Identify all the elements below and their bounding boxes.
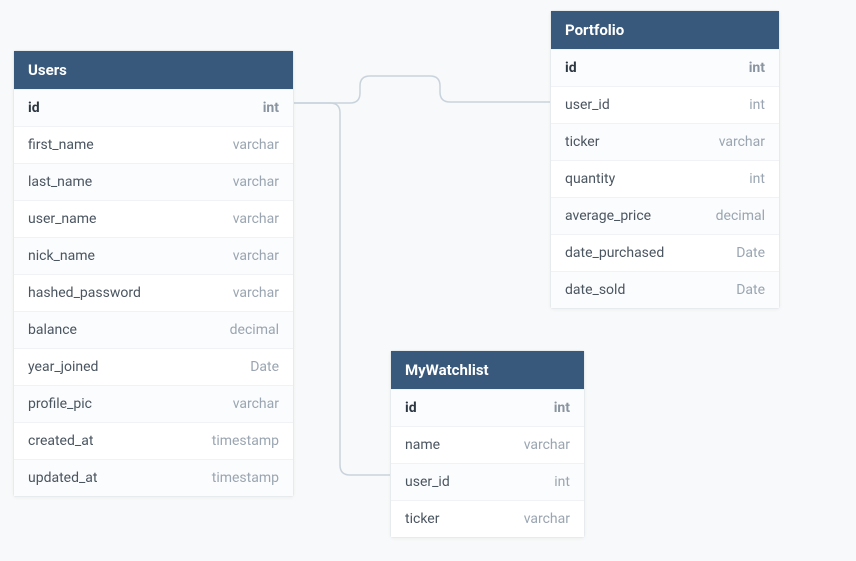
- table-row: balance decimal: [14, 311, 293, 348]
- column-type: Date: [736, 245, 765, 261]
- column-type: varchar: [719, 134, 765, 150]
- column-name: quantity: [565, 171, 615, 187]
- column-name: profile_pic: [28, 396, 92, 412]
- column-name: first_name: [28, 137, 94, 153]
- column-name: created_at: [28, 433, 93, 449]
- table-row: hashed_password varchar: [14, 274, 293, 311]
- table-row: profile_pic varchar: [14, 385, 293, 422]
- table-row: user_name varchar: [14, 200, 293, 237]
- table-row: user_id int: [551, 86, 779, 123]
- column-type: varchar: [233, 174, 279, 190]
- column-name: updated_at: [28, 470, 98, 486]
- column-type: decimal: [230, 322, 279, 338]
- table-row: ticker varchar: [551, 123, 779, 160]
- table-row: average_price decimal: [551, 197, 779, 234]
- column-type: Date: [250, 359, 279, 375]
- column-name: year_joined: [28, 359, 98, 375]
- column-type: varchar: [233, 285, 279, 301]
- table-row: quantity int: [551, 160, 779, 197]
- column-name: date_purchased: [565, 245, 664, 261]
- column-type: varchar: [524, 511, 570, 527]
- table-row: name varchar: [391, 426, 584, 463]
- column-type: varchar: [233, 137, 279, 153]
- table-users-header: Users: [14, 51, 293, 89]
- column-type: int: [749, 171, 765, 187]
- table-row: id int: [14, 89, 293, 126]
- column-type: int: [554, 400, 570, 416]
- column-type: decimal: [716, 208, 765, 224]
- table-row: updated_at timestamp: [14, 459, 293, 496]
- column-name: id: [565, 60, 577, 76]
- table-row: last_name varchar: [14, 163, 293, 200]
- table-row: user_id int: [391, 463, 584, 500]
- table-row: id int: [391, 389, 584, 426]
- column-type: timestamp: [212, 470, 279, 486]
- column-type: int: [749, 97, 765, 113]
- column-name: average_price: [565, 208, 651, 224]
- column-name: last_name: [28, 174, 92, 190]
- column-name: date_sold: [565, 282, 625, 298]
- table-mywatchlist[interactable]: MyWatchlist id int name varchar user_id …: [390, 350, 585, 538]
- column-name: id: [28, 100, 40, 116]
- column-type: varchar: [524, 437, 570, 453]
- table-row: ticker varchar: [391, 500, 584, 537]
- table-portfolio-header: Portfolio: [551, 11, 779, 49]
- column-type: int: [263, 100, 279, 116]
- column-type: Date: [736, 282, 765, 298]
- column-name: balance: [28, 322, 77, 338]
- column-name: user_name: [28, 211, 96, 227]
- table-portfolio[interactable]: Portfolio id int user_id int ticker varc…: [550, 10, 780, 309]
- column-name: user_id: [405, 474, 450, 490]
- column-name: name: [405, 437, 440, 453]
- table-row: id int: [551, 49, 779, 86]
- column-type: varchar: [233, 211, 279, 227]
- table-row: created_at timestamp: [14, 422, 293, 459]
- table-row: first_name varchar: [14, 126, 293, 163]
- table-row: nick_name varchar: [14, 237, 293, 274]
- column-type: varchar: [233, 396, 279, 412]
- column-type: int: [749, 60, 765, 76]
- table-row: year_joined Date: [14, 348, 293, 385]
- column-type: int: [554, 474, 570, 490]
- column-type: timestamp: [212, 433, 279, 449]
- table-row: date_purchased Date: [551, 234, 779, 271]
- column-name: ticker: [565, 134, 599, 150]
- column-name: id: [405, 400, 417, 416]
- column-name: hashed_password: [28, 285, 141, 301]
- table-mywatchlist-header: MyWatchlist: [391, 351, 584, 389]
- table-row: date_sold Date: [551, 271, 779, 308]
- column-name: user_id: [565, 97, 610, 113]
- column-name: ticker: [405, 511, 439, 527]
- column-name: nick_name: [28, 248, 95, 264]
- column-type: varchar: [233, 248, 279, 264]
- table-users[interactable]: Users id int first_name varchar last_nam…: [13, 50, 294, 497]
